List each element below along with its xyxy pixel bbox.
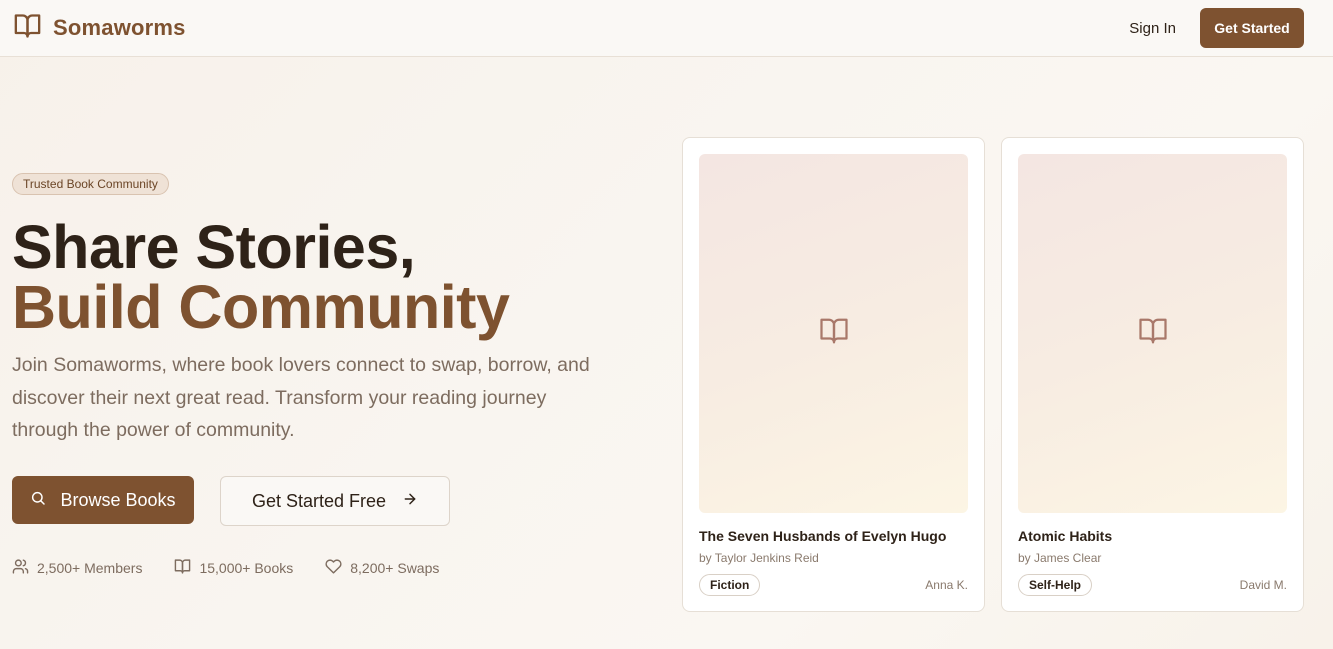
brand[interactable]: Somaworms (12, 12, 186, 45)
hero-description: Join Somaworms, where book lovers connec… (12, 354, 590, 441)
book-title: The Seven Husbands of Evelyn Hugo (699, 528, 947, 544)
stat-books: 15,000+ Books (174, 558, 293, 578)
book-cover (1018, 154, 1287, 513)
stat-members: 2,500+ Members (12, 558, 142, 578)
stat-books-label: 15,000+ Books (199, 560, 294, 576)
stat-members-label: 2,500+ Members (37, 560, 143, 576)
brand-name: Somaworms (53, 15, 186, 40)
community-stats: 2,500+ Members 15,000+ Books 8,200+ Swap… (12, 558, 439, 578)
arrow-right-icon (402, 491, 418, 512)
browse-books-label: Browse Books (60, 489, 176, 510)
book-cover (699, 154, 968, 513)
users-icon (12, 558, 29, 578)
trusted-badge: Trusted Book Community (12, 173, 169, 195)
headline-line-1: Share Stories, (12, 213, 416, 281)
stat-swaps: 8,200+ Swaps (325, 558, 439, 578)
stat-swaps-label: 8,200+ Swaps (350, 560, 440, 576)
book-title: Atomic Habits (1018, 528, 1113, 544)
nav-actions: Sign In Get Started (1129, 8, 1304, 48)
book-owner: David M. (1239, 578, 1287, 592)
hero-headline: Share Stories, Build Community (12, 213, 652, 341)
get-started-free-button[interactable]: Get Started Free (220, 476, 450, 526)
book-author: by James Clear (1018, 551, 1102, 565)
get-started-button[interactable]: Get Started (1200, 8, 1304, 48)
sign-in-link[interactable]: Sign In (1129, 20, 1176, 37)
book-icon (174, 558, 191, 578)
book-card[interactable]: Atomic Habits by James Clear Self-Help D… (1001, 137, 1304, 612)
genre-tag[interactable]: Fiction (699, 574, 761, 596)
book-card[interactable]: The Seven Husbands of Evelyn Hugo by Tay… (682, 137, 985, 612)
hero-cta-row: Browse Books Get Started Free (12, 476, 450, 526)
search-icon (30, 490, 46, 511)
book-author: by Taylor Jenkins Reid (699, 551, 819, 565)
hero-section: Trusted Book Community Share Stories, Bu… (12, 173, 652, 447)
open-book-icon (818, 316, 850, 351)
open-book-icon (1137, 316, 1169, 351)
book-owner: Anna K. (925, 578, 968, 592)
heart-icon (325, 558, 342, 578)
genre-tag[interactable]: Self-Help (1018, 574, 1093, 596)
open-book-icon (12, 12, 43, 45)
get-started-free-label: Get Started Free (251, 490, 387, 511)
headline-line-2: Build Community (12, 273, 510, 341)
top-navbar: Somaworms Sign In Get Started (0, 0, 1333, 57)
browse-books-button[interactable]: Browse Books (12, 476, 194, 524)
